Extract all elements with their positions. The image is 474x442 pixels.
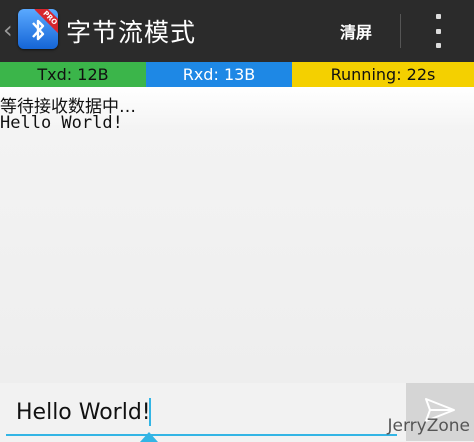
received-data: Hello World! [0,113,123,133]
page-title: 字节流模式 [66,18,197,47]
running-timer: Running: 22s [292,62,474,87]
txd-counter: Txd: 12B [0,62,146,87]
rxd-counter: Rxd: 13B [146,62,292,87]
divider [400,14,401,48]
text-cursor [149,398,151,426]
chevron-left-icon[interactable]: ‹ [3,16,13,44]
status-bar: Txd: 12B Rxd: 13B Running: 22s [0,62,474,87]
bluetooth-app-icon[interactable]: PRO [18,9,58,49]
message-input[interactable]: Hello World! [6,392,397,442]
message-input-value: Hello World! [16,400,151,425]
action-bar: ‹ PRO 字节流模式 清屏 [0,0,474,62]
clear-screen-button[interactable]: 清屏 [340,19,372,43]
overflow-menu-icon[interactable] [428,14,448,48]
receive-area[interactable]: 等待接收数据中… Hello World! [0,87,474,383]
input-underline [6,434,397,436]
watermark: JerryZone [387,416,471,436]
